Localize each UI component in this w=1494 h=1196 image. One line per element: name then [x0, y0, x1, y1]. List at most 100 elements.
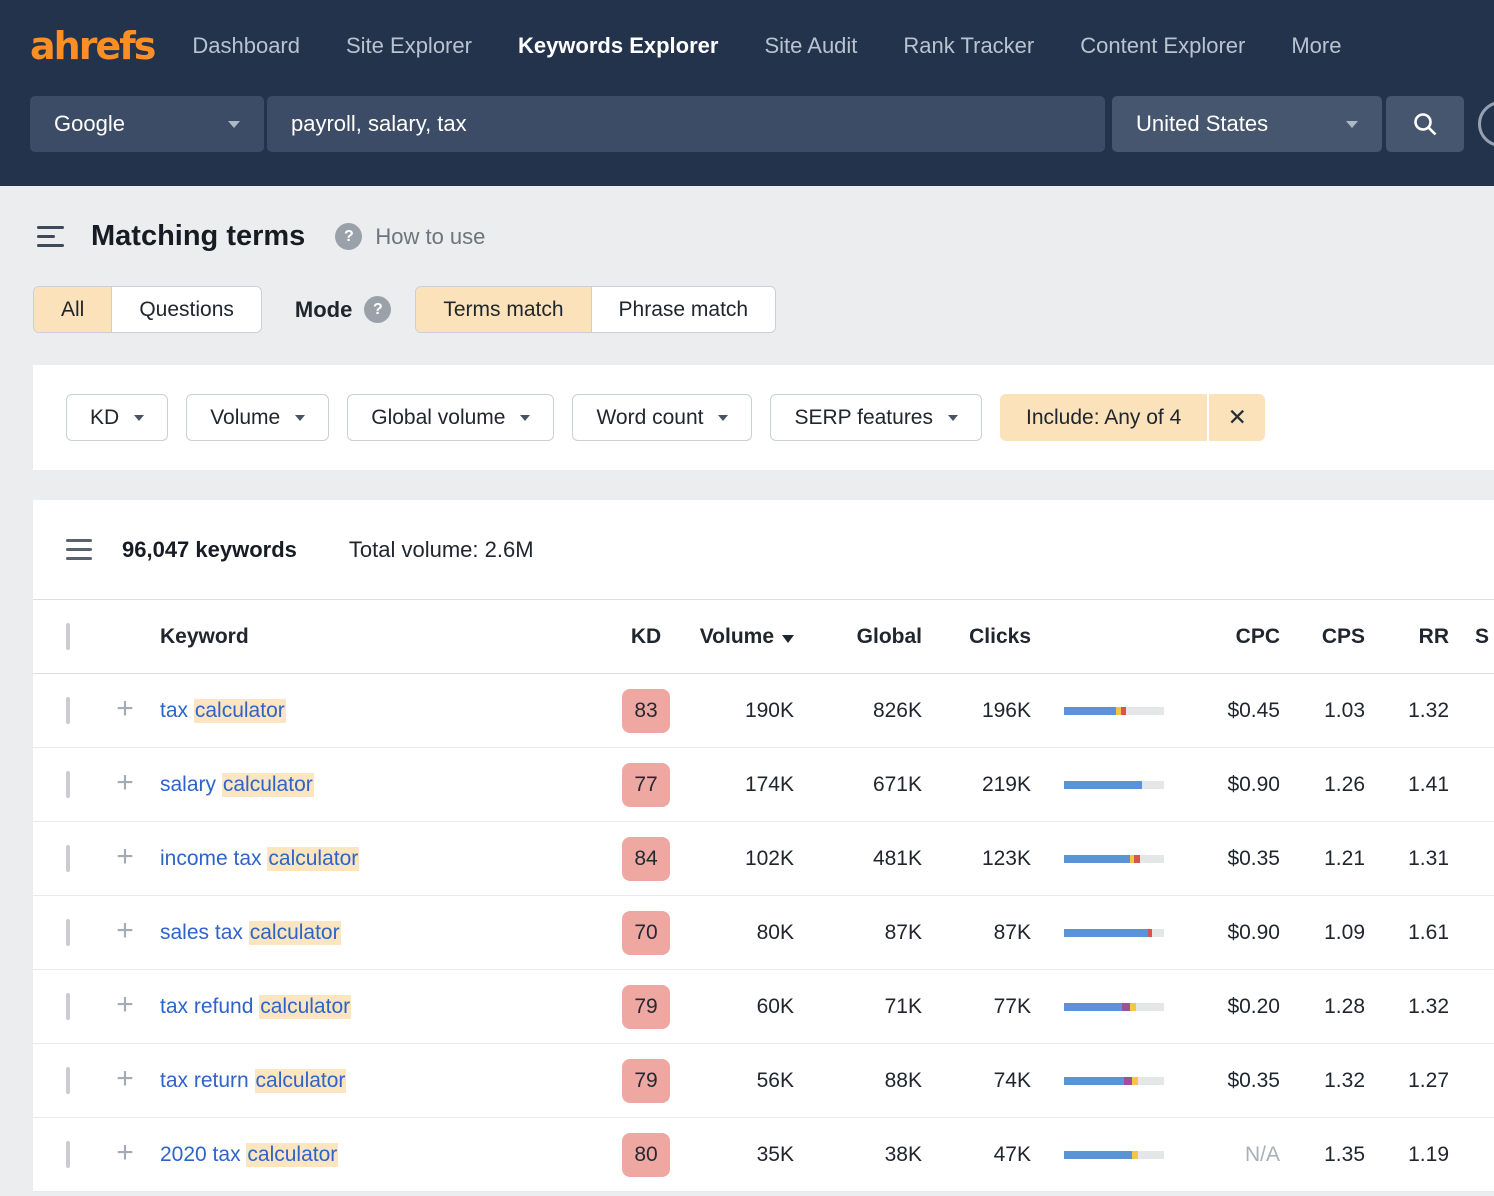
clicks-bar [1064, 1003, 1164, 1011]
partial-help-icon[interactable] [1478, 101, 1494, 147]
table-row: + tax return calculator 79 56K 88K 74K $… [33, 1044, 1494, 1118]
nav-item-more[interactable]: More [1291, 33, 1341, 59]
clicks-bar [1064, 855, 1164, 863]
global-value: 87K [794, 921, 922, 945]
nav-item-keywords-explorer[interactable]: Keywords Explorer [518, 33, 719, 59]
country-select[interactable]: United States [1112, 96, 1382, 152]
volume-value: 190K [670, 699, 794, 723]
country-value: United States [1136, 111, 1268, 137]
how-to-use-link[interactable]: How to use [375, 224, 485, 250]
include-filter-close-icon[interactable]: ✕ [1209, 394, 1265, 441]
keyword-link[interactable]: salary calculator [160, 773, 314, 797]
filter-global-volume[interactable]: Global volume [347, 394, 554, 441]
add-to-list-icon[interactable]: + [116, 919, 134, 943]
nav-item-dashboard[interactable]: Dashboard [192, 33, 300, 59]
mode-help-icon[interactable]: ? [364, 296, 391, 323]
global-value: 671K [794, 773, 922, 797]
add-to-list-icon[interactable]: + [116, 697, 134, 721]
filter-serp-features[interactable]: SERP features [770, 394, 982, 441]
keyword-link[interactable]: tax refund calculator [160, 995, 351, 1019]
keyword-link[interactable]: tax calculator [160, 699, 286, 723]
keyword-link[interactable]: income tax calculator [160, 847, 359, 871]
page-title: Matching terms [91, 220, 305, 253]
clicks-value: 219K [922, 773, 1031, 797]
row-checkbox[interactable] [66, 1141, 70, 1168]
filter-volume[interactable]: Volume [186, 394, 329, 441]
kd-badge: 79 [622, 985, 670, 1029]
help-question-icon[interactable]: ? [335, 223, 362, 250]
chevron-down-icon [520, 415, 530, 421]
filter-kd[interactable]: KD [66, 394, 168, 441]
chevron-down-icon [1346, 121, 1358, 128]
main-nav: ahrefs Dashboard Site Explorer Keywords … [0, 0, 1494, 92]
nav-item-content-explorer[interactable]: Content Explorer [1080, 33, 1245, 59]
nav-item-site-explorer[interactable]: Site Explorer [346, 33, 472, 59]
tab-phrase-match[interactable]: Phrase match [592, 287, 776, 332]
clicks-bar [1064, 929, 1164, 937]
search-button[interactable] [1386, 96, 1464, 152]
column-global[interactable]: Global [794, 625, 922, 649]
row-checkbox[interactable] [66, 993, 70, 1020]
row-checkbox[interactable] [66, 697, 70, 724]
keyword-link[interactable]: sales tax calculator [160, 921, 341, 945]
global-value: 481K [794, 847, 922, 871]
kd-badge: 80 [622, 1133, 670, 1177]
filter-word-count[interactable]: Word count [572, 394, 752, 441]
keyword-link[interactable]: tax return calculator [160, 1069, 346, 1093]
cpc-value: $0.35 [1164, 1069, 1280, 1093]
row-checkbox[interactable] [66, 771, 70, 798]
column-partial[interactable]: S [1449, 625, 1494, 649]
select-all-checkbox[interactable] [66, 623, 70, 650]
add-to-list-icon[interactable]: + [116, 845, 134, 869]
column-clicks[interactable]: Clicks [922, 625, 1031, 649]
sort-desc-icon [782, 635, 794, 643]
nav-item-rank-tracker[interactable]: Rank Tracker [903, 33, 1034, 59]
volume-value: 35K [670, 1143, 794, 1167]
clicks-value: 77K [922, 995, 1031, 1019]
rr-value: 1.27 [1365, 1069, 1449, 1093]
kd-badge: 77 [622, 763, 670, 807]
clicks-bar [1064, 707, 1164, 715]
column-rr[interactable]: RR [1365, 625, 1449, 649]
search-engine-select[interactable]: Google [30, 96, 264, 152]
cpc-value: $0.45 [1164, 699, 1280, 723]
add-to-list-icon[interactable]: + [116, 771, 134, 795]
list-view-icon[interactable] [66, 539, 92, 560]
search-query-input[interactable] [267, 96, 1105, 152]
column-volume[interactable]: Volume [670, 625, 794, 649]
column-cpc[interactable]: CPC [1164, 625, 1280, 649]
keywords-count: 96,047 keywords [122, 537, 297, 563]
cpc-value: $0.90 [1164, 773, 1280, 797]
volume-value: 80K [670, 921, 794, 945]
global-value: 38K [794, 1143, 922, 1167]
row-checkbox[interactable] [66, 845, 70, 872]
row-checkbox[interactable] [66, 919, 70, 946]
reports-menu-icon[interactable] [37, 226, 64, 247]
column-cps[interactable]: CPS [1280, 625, 1365, 649]
add-to-list-icon[interactable]: + [116, 1067, 134, 1091]
tab-all[interactable]: All [34, 287, 112, 332]
mode-label: Mode [295, 297, 352, 323]
ahrefs-logo[interactable]: ahrefs [30, 24, 154, 68]
tab-questions[interactable]: Questions [112, 287, 261, 332]
add-to-list-icon[interactable]: + [116, 1141, 134, 1165]
nav-item-site-audit[interactable]: Site Audit [764, 33, 857, 59]
cps-value: 1.32 [1280, 1069, 1365, 1093]
row-checkbox[interactable] [66, 1067, 70, 1094]
clicks-value: 123K [922, 847, 1031, 871]
column-kd[interactable]: KD [622, 625, 670, 649]
filter-global-volume-label: Global volume [371, 406, 505, 430]
search-icon [1412, 111, 1438, 137]
include-filter-chip[interactable]: Include: Any of 4 [1000, 394, 1207, 441]
column-keyword[interactable]: Keyword [160, 625, 622, 649]
tab-terms-match[interactable]: Terms match [416, 287, 591, 332]
cps-value: 1.28 [1280, 995, 1365, 1019]
chevron-down-icon [948, 415, 958, 421]
keyword-link[interactable]: 2020 tax calculator [160, 1143, 338, 1167]
cps-value: 1.21 [1280, 847, 1365, 871]
kd-badge: 79 [622, 1059, 670, 1103]
add-to-list-icon[interactable]: + [116, 993, 134, 1017]
global-value: 88K [794, 1069, 922, 1093]
table-header-row: Keyword KD Volume Global Clicks CPC CPS … [33, 600, 1494, 674]
kd-badge: 70 [622, 911, 670, 955]
